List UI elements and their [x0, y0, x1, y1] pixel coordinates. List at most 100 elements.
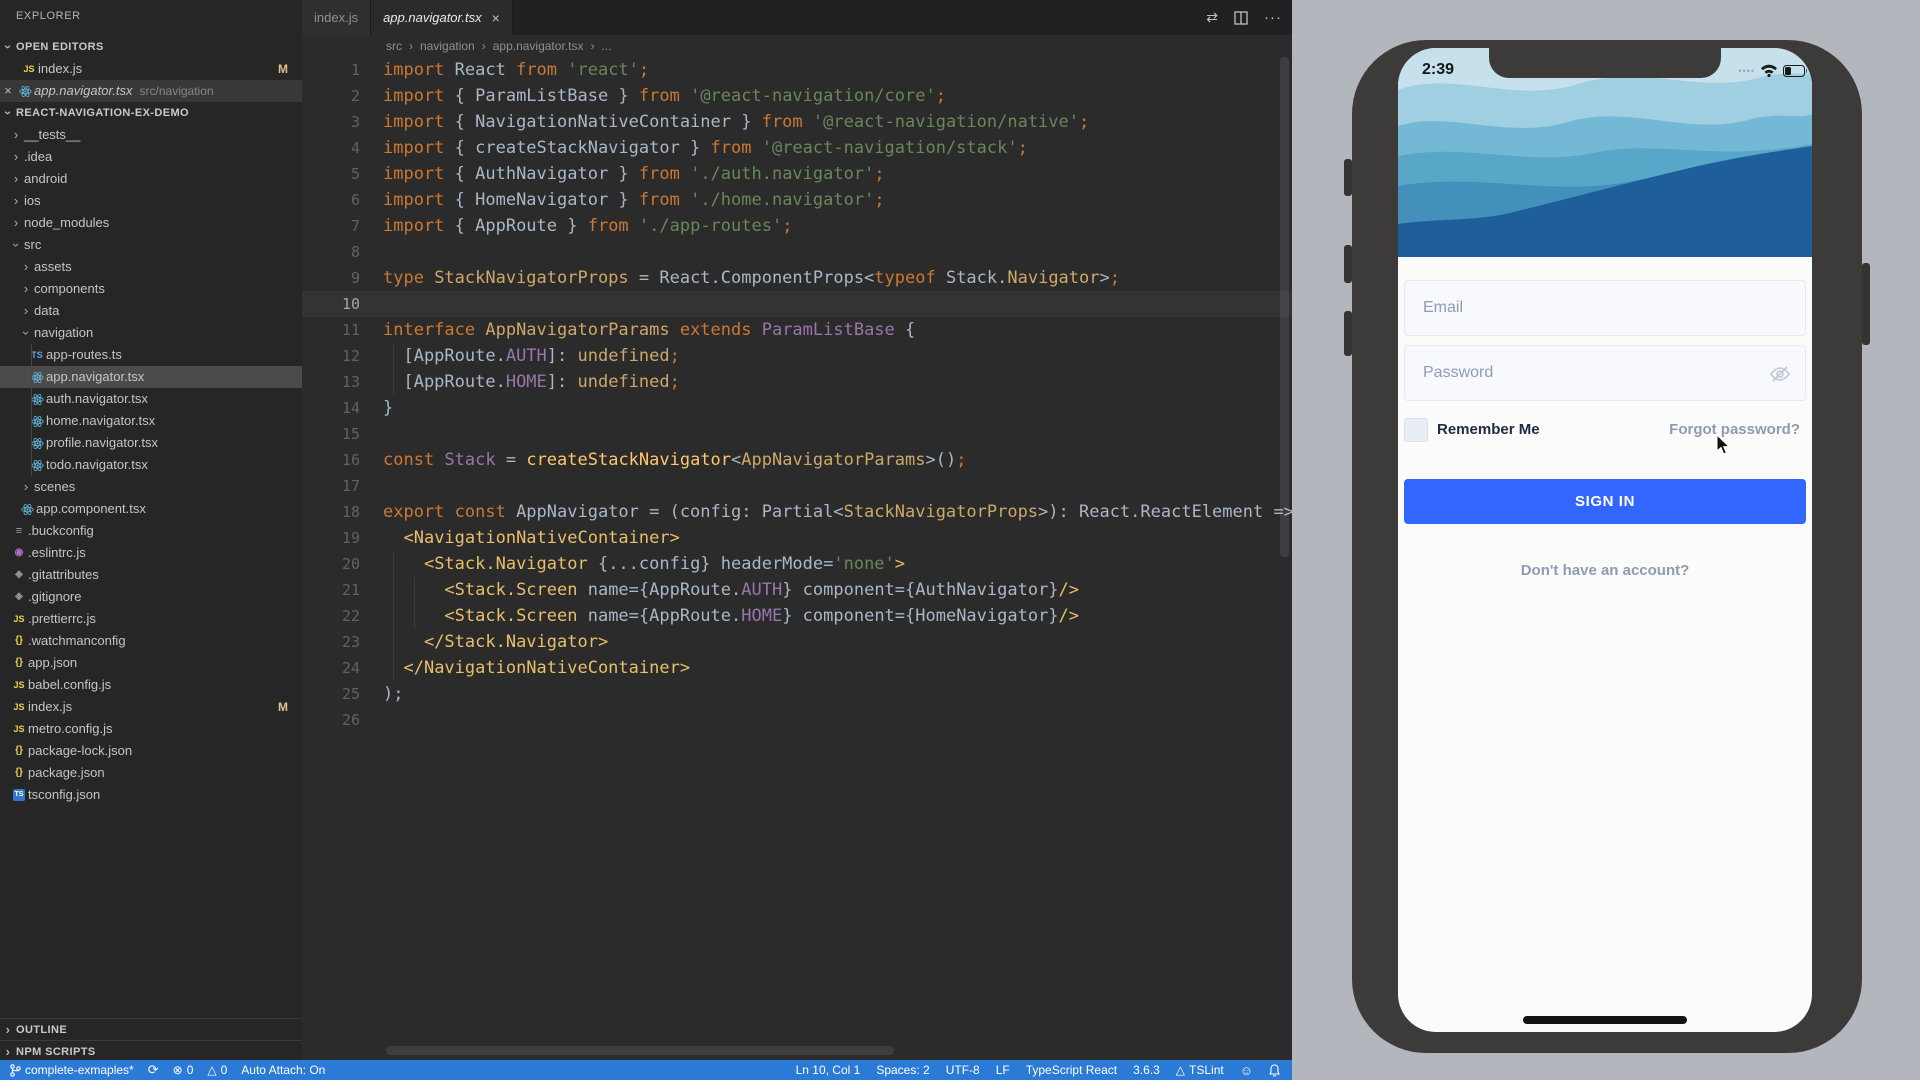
horizontal-scrollbar[interactable]	[386, 1046, 894, 1055]
tree-item-auth.navigator.tsx[interactable]: auth.navigator.tsx	[0, 388, 302, 410]
switch-editors-icon[interactable]: ⇄	[1206, 9, 1218, 26]
status-item-bell-icon[interactable]	[1269, 1064, 1280, 1077]
tree-item-.eslintrc.js[interactable]: ◉.eslintrc.js	[0, 542, 302, 564]
code-line-24[interactable]: 24 </NavigationNativeContainer>	[302, 655, 1292, 681]
status-item-tslint[interactable]: △TSLint	[1176, 1063, 1224, 1077]
sign-in-button[interactable]: SIGN IN	[1404, 479, 1806, 524]
status-item-auto-attach-on[interactable]: Auto Attach: On	[241, 1063, 325, 1077]
code-line-12[interactable]: 12 [AppRoute.AUTH]: undefined;	[302, 343, 1292, 369]
line-content: interface AppNavigatorParams extends Par…	[383, 320, 915, 340]
forgot-password-link[interactable]: Forgot password?	[1669, 421, 1800, 438]
tree-item-tsconfig.json[interactable]: TStsconfig.json	[0, 784, 302, 806]
code-line-22[interactable]: 22 <Stack.Screen name={AppRoute.HOME} co…	[302, 603, 1292, 629]
code-line-5[interactable]: 5import { AuthNavigator } from './auth.n…	[302, 161, 1292, 187]
open-editor-app.navigator.tsx[interactable]: ×app.navigator.tsxsrc/navigation	[0, 80, 302, 102]
status-item-typescript-react[interactable]: TypeScript React	[1026, 1063, 1117, 1077]
breadcrumb-item[interactable]: ...	[601, 39, 611, 53]
status-item-3-6-3[interactable]: 3.6.3	[1133, 1063, 1160, 1077]
code-line-23[interactable]: 23 </Stack.Navigator>	[302, 629, 1292, 655]
tree-item-app-routes.ts[interactable]: TSapp-routes.ts	[0, 344, 302, 366]
eye-off-icon[interactable]	[1769, 364, 1791, 384]
email-field[interactable]: Email	[1404, 280, 1806, 336]
status-item-spaces-2[interactable]: Spaces: 2	[876, 1063, 929, 1077]
breadcrumb-item[interactable]: app.navigator.tsx	[493, 39, 584, 53]
tree-item-.prettierrc.js[interactable]: JS.prettierrc.js	[0, 608, 302, 630]
tree-item-index.js[interactable]: JSindex.jsM	[0, 696, 302, 718]
tree-item-metro.config.js[interactable]: JSmetro.config.js	[0, 718, 302, 740]
tab-index-js[interactable]: index.js	[302, 0, 371, 35]
status-item-complete-exmaples-[interactable]: complete-exmaples*	[10, 1063, 134, 1077]
tree-item-.buckconfig[interactable]: ≡.buckconfig	[0, 520, 302, 542]
code-line-18[interactable]: 18export const AppNavigator = (config: P…	[302, 499, 1292, 525]
line-content: import { AuthNavigator } from './auth.na…	[383, 164, 885, 184]
close-icon[interactable]: ×	[0, 80, 16, 102]
tree-item-assets[interactable]: ›assets	[0, 256, 302, 278]
code-line-2[interactable]: 2import { ParamListBase } from '@react-n…	[302, 83, 1292, 109]
code-line-8[interactable]: 8	[302, 239, 1292, 265]
more-actions-icon[interactable]: ···	[1264, 9, 1282, 26]
vertical-scrollbar[interactable]	[1280, 57, 1289, 557]
code-line-19[interactable]: 19 <NavigationNativeContainer>	[302, 525, 1292, 551]
status-item-0[interactable]: ⊗0	[173, 1063, 194, 1077]
tree-root-folder[interactable]: › REACT-NAVIGATION-EX-DEMO	[0, 102, 302, 124]
code-line-26[interactable]: 26	[302, 707, 1292, 733]
tree-item-app.component.tsx[interactable]: app.component.tsx	[0, 498, 302, 520]
breadcrumb-item[interactable]: navigation	[420, 39, 475, 53]
tree-item-home.navigator.tsx[interactable]: home.navigator.tsx	[0, 410, 302, 432]
status-item-sync-icon[interactable]: ⟳	[148, 1062, 159, 1078]
tree-item-src[interactable]: ›src	[0, 234, 302, 256]
breadcrumb[interactable]: src›navigation›app.navigator.tsx›...	[386, 35, 611, 57]
tree-item-data[interactable]: ›data	[0, 300, 302, 322]
no-account-link[interactable]: Don't have an account?	[1398, 562, 1812, 579]
breadcrumb-item[interactable]: src	[386, 39, 402, 53]
code-line-3[interactable]: 3import { NavigationNativeContainer } fr…	[302, 109, 1292, 135]
tree-item-todo.navigator.tsx[interactable]: todo.navigator.tsx	[0, 454, 302, 476]
code-line-21[interactable]: 21 <Stack.Screen name={AppRoute.AUTH} co…	[302, 577, 1292, 603]
code-line-16[interactable]: 16const Stack = createStackNavigator<App…	[302, 447, 1292, 473]
status-item-lf[interactable]: LF	[996, 1063, 1010, 1077]
code-line-20[interactable]: 20 <Stack.Navigator {...config} headerMo…	[302, 551, 1292, 577]
home-indicator[interactable]	[1523, 1016, 1687, 1024]
split-editor-icon[interactable]	[1234, 11, 1248, 25]
outline-section[interactable]: › OUTLINE	[0, 1018, 302, 1041]
tree-item-.gitignore[interactable]: ◈.gitignore	[0, 586, 302, 608]
tree-item-__tests__[interactable]: ›__tests__	[0, 124, 302, 146]
code-line-15[interactable]: 15	[302, 421, 1292, 447]
tree-item-ios[interactable]: ›ios	[0, 190, 302, 212]
password-field[interactable]: Password	[1404, 345, 1806, 401]
remember-me-checkbox[interactable]	[1404, 418, 1428, 442]
tree-item-node_modules[interactable]: ›node_modules	[0, 212, 302, 234]
status-item-0[interactable]: △0	[207, 1063, 227, 1077]
code-line-9[interactable]: 9type StackNavigatorProps = React.Compon…	[302, 265, 1292, 291]
tree-item-package.json[interactable]: {}package.json	[0, 762, 302, 784]
code-line-25[interactable]: 25);	[302, 681, 1292, 707]
tree-item-.gitattributes[interactable]: ◈.gitattributes	[0, 564, 302, 586]
tree-item-profile.navigator.tsx[interactable]: profile.navigator.tsx	[0, 432, 302, 454]
code-line-6[interactable]: 6import { HomeNavigator } from './home.n…	[302, 187, 1292, 213]
tree-item-app.navigator.tsx[interactable]: app.navigator.tsx	[0, 366, 302, 388]
tree-item-.idea[interactable]: ›.idea	[0, 146, 302, 168]
tree-item-components[interactable]: ›components	[0, 278, 302, 300]
code-line-7[interactable]: 7import { AppRoute } from './app-routes'…	[302, 213, 1292, 239]
tree-item-android[interactable]: ›android	[0, 168, 302, 190]
tab-app-navigator[interactable]: app.navigator.tsx ×	[371, 0, 513, 35]
code-line-1[interactable]: 1import React from 'react';	[302, 57, 1292, 83]
code-line-13[interactable]: 13 [AppRoute.HOME]: undefined;	[302, 369, 1292, 395]
code-line-14[interactable]: 14}	[302, 395, 1292, 421]
tree-item-app.json[interactable]: {}app.json	[0, 652, 302, 674]
open-editor-index.js[interactable]: JSindex.jsM	[0, 58, 302, 80]
tree-item-.watchmanconfig[interactable]: {}.watchmanconfig	[0, 630, 302, 652]
tree-item-package-lock.json[interactable]: {}package-lock.json	[0, 740, 302, 762]
code-line-4[interactable]: 4import { createStackNavigator } from '@…	[302, 135, 1292, 161]
status-item-utf-8[interactable]: UTF-8	[946, 1063, 980, 1077]
tree-item-navigation[interactable]: ›navigation	[0, 322, 302, 344]
tree-item-scenes[interactable]: ›scenes	[0, 476, 302, 498]
code-line-17[interactable]: 17	[302, 473, 1292, 499]
code-line-11[interactable]: 11interface AppNavigatorParams extends P…	[302, 317, 1292, 343]
tree-item-babel.config.js[interactable]: JSbabel.config.js	[0, 674, 302, 696]
open-editors-header[interactable]: › OPEN EDITORS	[0, 36, 302, 58]
close-icon[interactable]: ×	[492, 10, 500, 26]
code-line-10[interactable]: 10	[302, 291, 1292, 317]
status-item-ln-10-col-1[interactable]: Ln 10, Col 1	[796, 1063, 861, 1077]
status-item-smiley-icon[interactable]: ☺	[1240, 1063, 1253, 1078]
